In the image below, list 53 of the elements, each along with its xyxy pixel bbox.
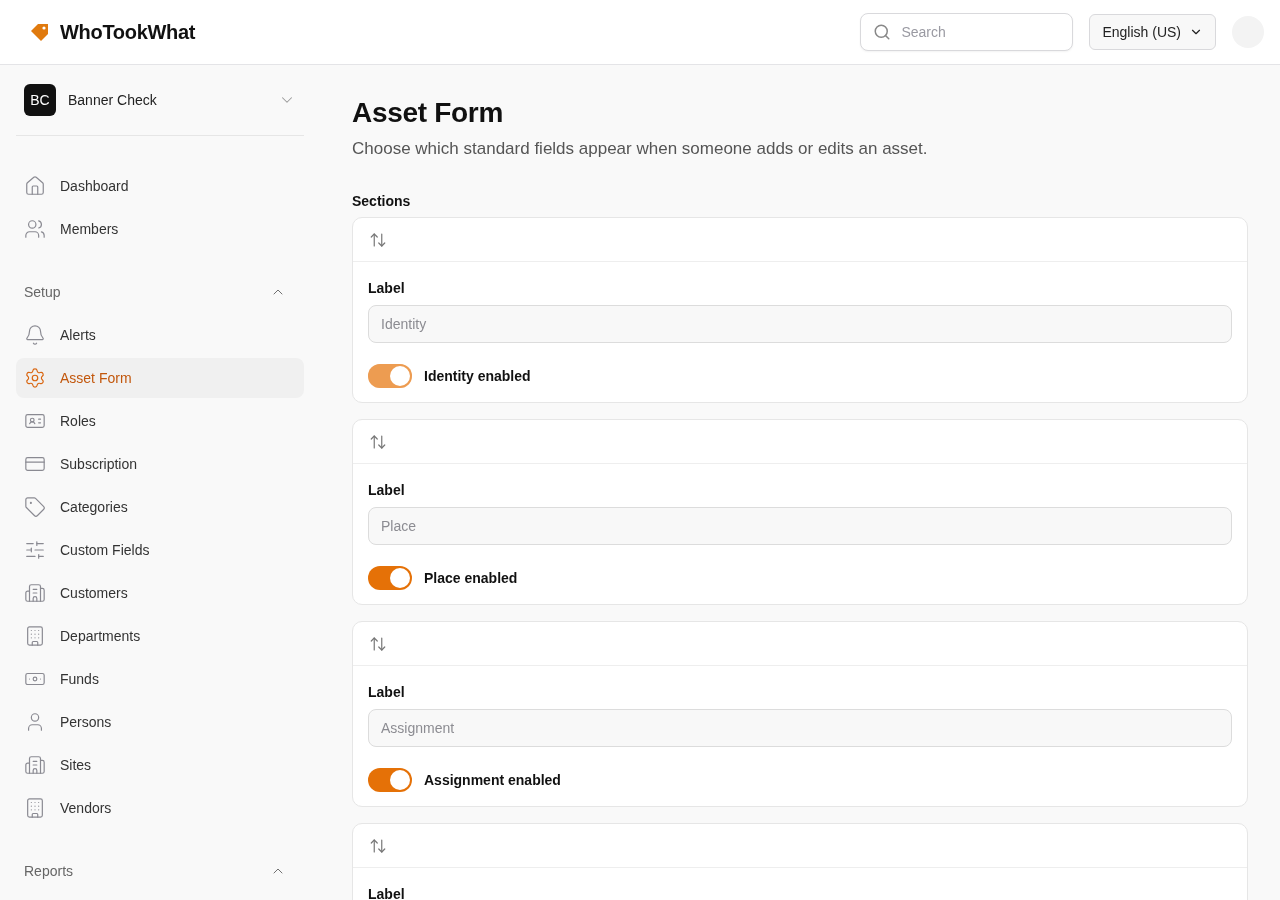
reorder-icon[interactable] <box>369 836 387 855</box>
tag-logo-icon <box>30 23 50 41</box>
users-icon <box>24 218 46 240</box>
gear-icon <box>24 367 46 389</box>
label-input[interactable]: Assignment <box>368 709 1232 747</box>
sidebar-item[interactable]: Custom Fields <box>16 530 304 570</box>
sidebar-item[interactable]: Funds <box>16 659 304 699</box>
toggle-switch[interactable] <box>368 566 412 590</box>
label-input[interactable]: Identity <box>368 305 1232 343</box>
sidebar-item[interactable]: Roles <box>16 401 304 441</box>
tag-icon <box>24 496 46 518</box>
page-title: Asset Form <box>352 97 505 129</box>
field-label: Label <box>368 482 406 498</box>
sidebar-item[interactable]: Asset Form <box>16 358 304 398</box>
reorder-icon[interactable] <box>369 230 387 249</box>
language-dropdown[interactable]: English (US) <box>1089 14 1216 50</box>
sections-label: Sections <box>352 193 412 209</box>
building-icon <box>24 797 46 819</box>
sidebar-item[interactable]: Alerts <box>16 315 304 355</box>
toggle-switch[interactable] <box>368 768 412 792</box>
toggle-label: Assignment enabled <box>424 772 561 788</box>
search-field[interactable]: Search <box>860 13 1074 51</box>
sidebar-item[interactable]: Members <box>16 209 304 249</box>
workspace-badge: BC <box>24 84 56 116</box>
reorder-icon[interactable] <box>369 634 387 653</box>
sidebar-item[interactable]: Departments <box>16 616 304 656</box>
sidebar-item[interactable]: Customers <box>16 573 304 613</box>
sidebar-item[interactable]: Subscription <box>16 444 304 484</box>
sidebar-item[interactable]: Dashboard <box>16 166 304 206</box>
sidebar-item[interactable]: Categories <box>16 487 304 527</box>
page-subtitle: Choose which standard fields appear when someone adds or edits an asset. <box>352 139 929 159</box>
workspace-name[interactable]: Banner Check <box>68 92 266 108</box>
toggle-label: Identity enabled <box>424 368 531 384</box>
search-icon <box>873 23 892 41</box>
home-icon <box>24 175 46 197</box>
building-icon <box>24 625 46 647</box>
field-label: Label <box>368 886 406 900</box>
section-header[interactable]: Reports <box>16 851 304 891</box>
sidebar-item[interactable]: Vendors <box>16 788 304 828</box>
sliders-icon <box>24 539 46 561</box>
sidebar-item[interactable]: Persons <box>16 702 304 742</box>
toggle-switch[interactable] <box>368 364 412 388</box>
field-label: Label <box>368 684 406 700</box>
reorder-icon[interactable] <box>369 432 387 451</box>
sidebar-item[interactable]: Sites <box>16 745 304 785</box>
section-header[interactable]: Setup <box>16 272 304 312</box>
bell-icon <box>24 324 46 346</box>
label-input[interactable]: Place <box>368 507 1232 545</box>
toggle-label: Place enabled <box>424 570 518 586</box>
field-label: Label <box>368 280 406 296</box>
brand-name: WhoTookWhat <box>60 20 196 44</box>
buildings-icon <box>24 582 46 604</box>
buildings-icon <box>24 754 46 776</box>
